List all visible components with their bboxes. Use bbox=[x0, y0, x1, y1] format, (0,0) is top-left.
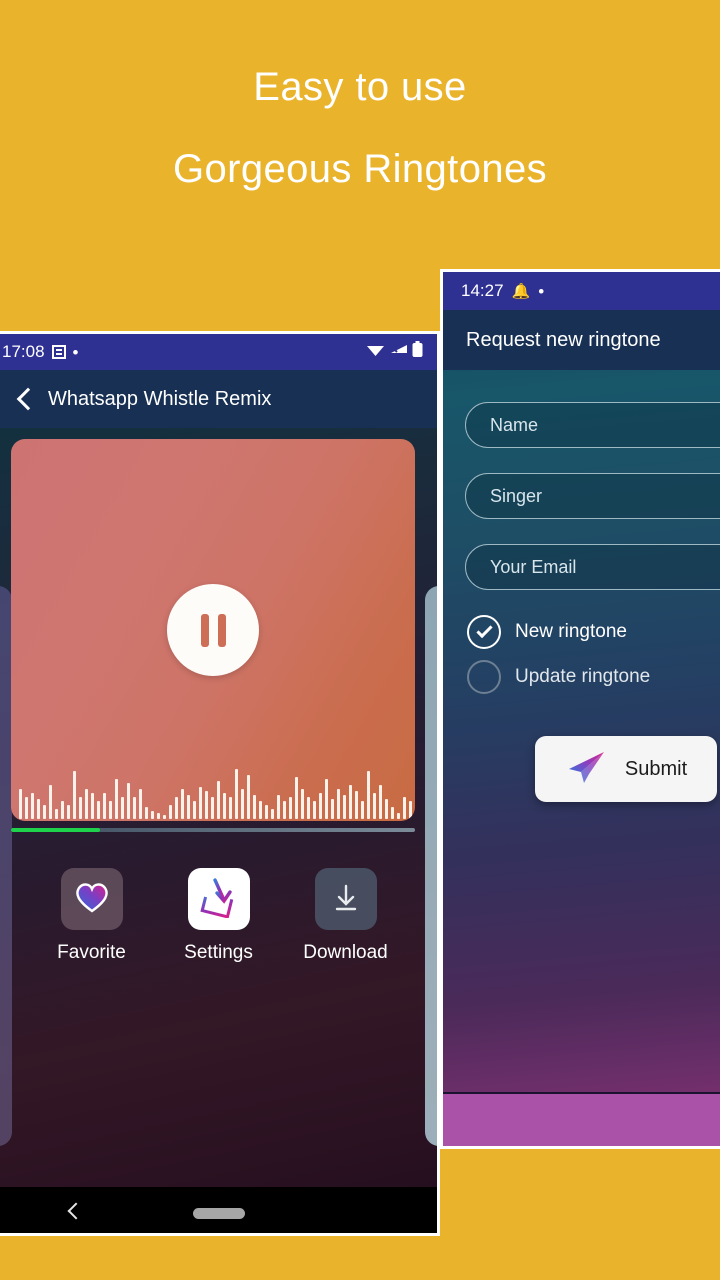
right-status-time: 14:27 bbox=[461, 281, 504, 300]
right-app-bar: Request new ringtone bbox=[443, 310, 720, 370]
radio-update-ringtone-label: Update ringtone bbox=[515, 666, 651, 687]
radio-new-ringtone-label: New ringtone bbox=[515, 621, 627, 642]
left-page-title: Whatsapp Whistle Remix bbox=[48, 387, 272, 410]
signal-off-icon bbox=[389, 342, 408, 362]
bell-icon: 🔔 bbox=[511, 282, 531, 300]
pager-peek-next[interactable] bbox=[425, 586, 437, 1146]
promo-headline: Easy to use Gorgeous Ringtones bbox=[0, 0, 720, 190]
action-row: Favorite Settings Download bbox=[0, 868, 437, 964]
list-icon bbox=[51, 345, 66, 359]
singer-field-placeholder: Singer bbox=[490, 485, 543, 506]
download-into-box-icon bbox=[197, 876, 241, 923]
player-artwork-card[interactable] bbox=[11, 439, 415, 821]
system-back-icon[interactable] bbox=[70, 1205, 86, 1221]
playback-progress-fill bbox=[11, 828, 100, 832]
favorite-tile bbox=[60, 868, 123, 930]
download-tile bbox=[314, 868, 377, 930]
left-status-time: 17:08 bbox=[2, 342, 45, 361]
left-phone-screenshot: 17:08 • Whatsapp Whistle Remix Favorite … bbox=[0, 331, 440, 1236]
status-dot-icon: • bbox=[538, 281, 545, 301]
favorite-action[interactable]: Favorite bbox=[37, 868, 147, 964]
wifi-icon bbox=[366, 342, 385, 362]
submit-button-label: Submit bbox=[624, 757, 688, 780]
radio-checked-icon bbox=[467, 615, 501, 649]
promo-line-1: Easy to use bbox=[253, 65, 467, 109]
radio-new-ringtone[interactable]: New ringtone bbox=[467, 615, 720, 649]
playback-progress-bar[interactable] bbox=[11, 828, 415, 832]
submit-button[interactable]: Submit bbox=[535, 736, 717, 802]
request-form: Name Singer Your Email New ringtone Upda… bbox=[443, 370, 720, 802]
left-system-nav-bar bbox=[0, 1187, 437, 1233]
promo-line-2: Gorgeous Ringtones bbox=[172, 147, 548, 191]
settings-tile bbox=[187, 868, 250, 930]
download-arrow-icon bbox=[330, 881, 362, 918]
settings-action[interactable]: Settings bbox=[164, 868, 274, 964]
name-field-placeholder: Name bbox=[490, 414, 539, 435]
singer-field[interactable]: Singer bbox=[465, 473, 720, 519]
left-app-bar: Whatsapp Whistle Remix bbox=[0, 370, 437, 428]
home-pill-handle[interactable] bbox=[192, 1207, 245, 1219]
email-field[interactable]: Your Email bbox=[465, 544, 720, 590]
right-status-bar: 14:27 🔔 • bbox=[443, 272, 720, 310]
left-status-bar: 17:08 • bbox=[0, 334, 437, 370]
radio-unchecked-icon bbox=[467, 660, 501, 694]
player-screen: Favorite Settings Download bbox=[0, 428, 437, 1233]
pause-button[interactable] bbox=[167, 584, 259, 676]
back-chevron-icon[interactable] bbox=[12, 386, 38, 412]
right-phone-screenshot: 14:27 🔔 • Request new ringtone Name Sing… bbox=[440, 269, 720, 1149]
email-field-placeholder: Your Email bbox=[490, 556, 577, 577]
favorite-label: Favorite bbox=[57, 942, 126, 963]
status-dot-icon: • bbox=[72, 342, 79, 362]
name-field[interactable]: Name bbox=[465, 402, 720, 448]
right-bottom-bar bbox=[443, 1092, 720, 1146]
paper-plane-icon bbox=[565, 749, 607, 790]
waveform-visualizer bbox=[11, 743, 415, 821]
right-page-title: Request new ringtone bbox=[466, 328, 661, 351]
radio-update-ringtone[interactable]: Update ringtone bbox=[467, 660, 720, 694]
battery-icon bbox=[412, 341, 423, 363]
settings-label: Settings bbox=[184, 942, 253, 963]
download-label: Download bbox=[303, 942, 388, 963]
download-action[interactable]: Download bbox=[291, 868, 401, 964]
heart-icon bbox=[74, 881, 110, 918]
